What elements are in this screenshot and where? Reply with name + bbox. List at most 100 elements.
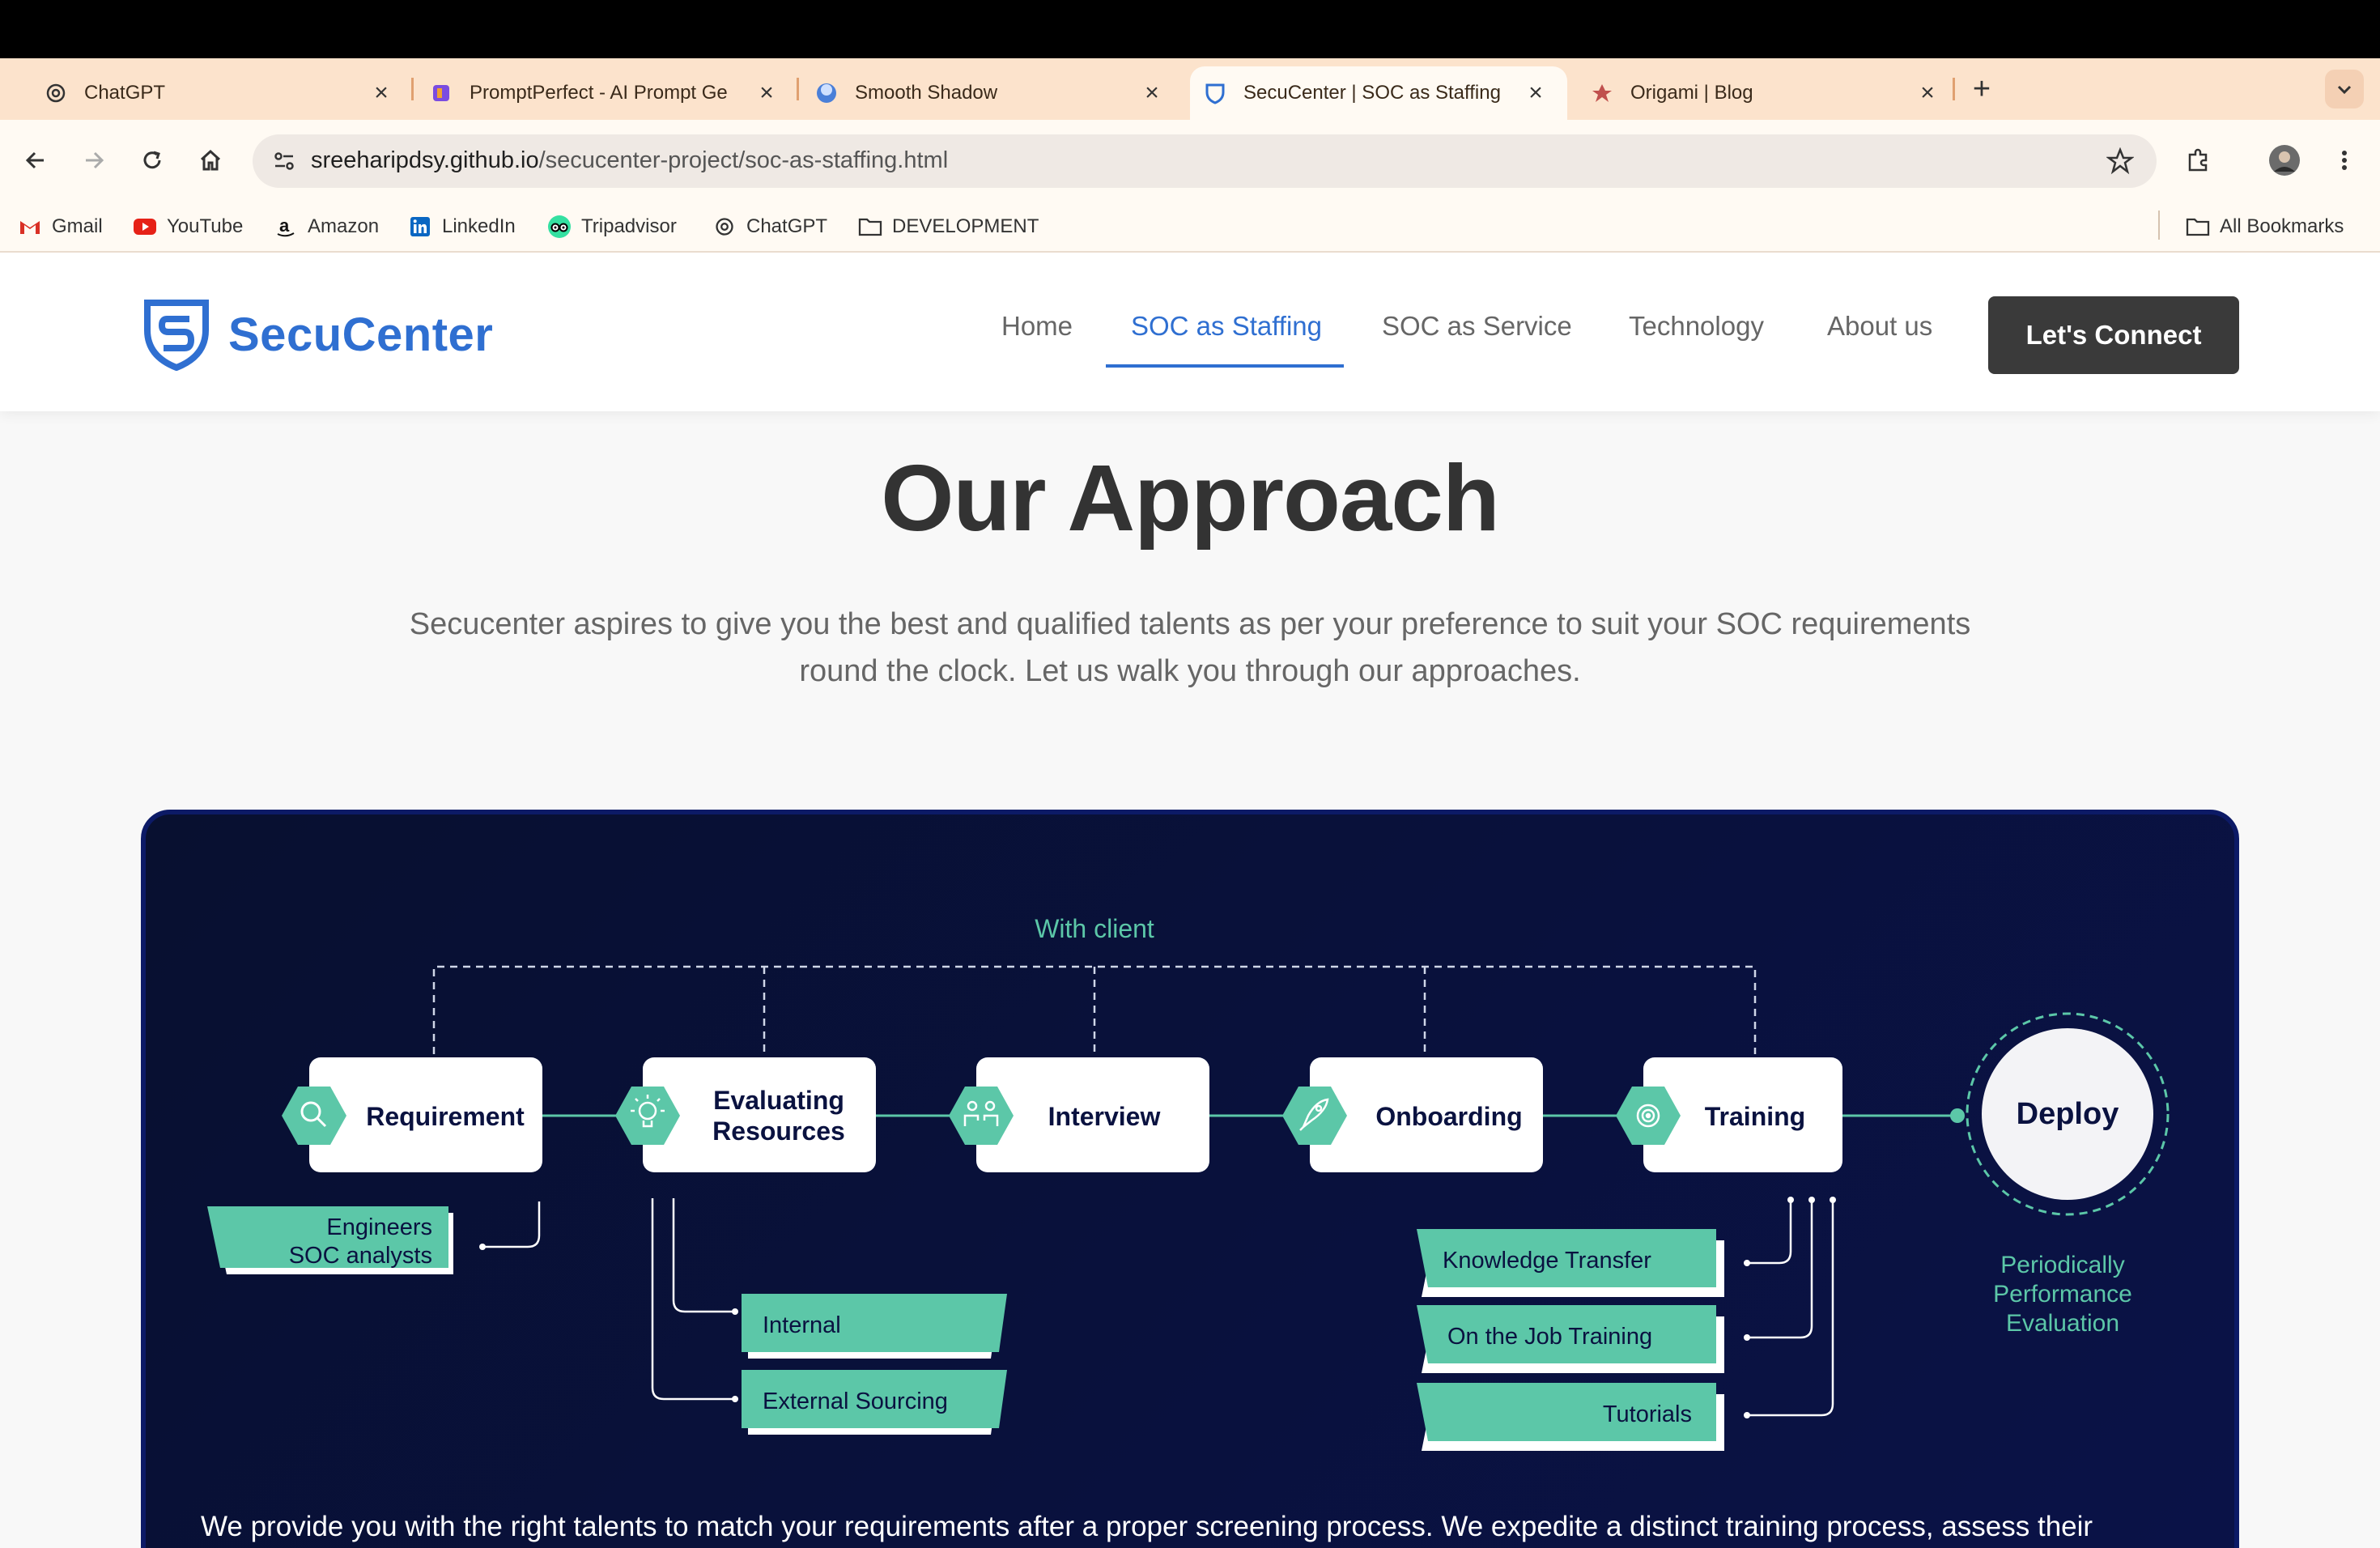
reload-icon (143, 151, 161, 169)
bookmark-label: LinkedIn (442, 215, 516, 237)
bookmarks-divider (2158, 211, 2160, 240)
close-icon[interactable]: × (1140, 81, 1164, 105)
step-interview: Interview (949, 1057, 1209, 1172)
gmail-icon (18, 215, 42, 239)
training-tags: Knowledge Transfer On the Job Training T… (1417, 1197, 1836, 1451)
bookmark-label: Amazon (308, 215, 380, 237)
youtube-icon (133, 215, 157, 239)
all-bookmarks-button[interactable]: All Bookmarks (2186, 211, 2344, 243)
tab-secucenter[interactable]: SecuCenter | SOC as Staffing × (1190, 66, 1567, 120)
url-text: sreeharipdsy.github.io/secucenter-projec… (311, 147, 948, 174)
puzzle-icon (2188, 148, 2208, 172)
tab-strip: ChatGPT × PromptPerfect - AI Prompt Ge ×… (0, 58, 2380, 120)
address-bar[interactable]: sreeharipdsy.github.io/secucenter-projec… (253, 134, 2157, 188)
approach-diagram: With client Requirement Evaluating Resou… (141, 810, 2239, 1548)
bookmark-gmail[interactable]: Gmail (18, 211, 103, 243)
tab-title: PromptPerfect - AI Prompt Ge (470, 82, 728, 104)
close-icon[interactable]: × (1915, 81, 1940, 105)
openai-icon (44, 81, 68, 105)
tag-label: On the Job Training (1447, 1324, 1652, 1350)
profile-avatar[interactable] (2267, 142, 2302, 178)
browser-menu-button[interactable] (2327, 142, 2362, 178)
url-host: sreeharipdsy.github.io (311, 147, 539, 173)
nav-about-us[interactable]: About us (1827, 311, 1932, 342)
brand-name: SecuCenter (228, 308, 494, 361)
tag-label: SOC analysts (289, 1243, 432, 1269)
forward-button[interactable] (76, 142, 112, 178)
tab-search-button[interactable] (2325, 70, 2364, 108)
nav-soc-as-staffing[interactable]: SOC as Staffing (1131, 311, 1322, 342)
chevron-down-icon (2337, 85, 2352, 95)
step-label: Onboarding (1375, 1102, 1522, 1131)
step-label: Interview (1048, 1102, 1161, 1131)
origami-icon (1590, 81, 1614, 105)
tab-promptperfect[interactable]: PromptPerfect - AI Prompt Ge × (385, 66, 798, 120)
step-requirement: Requirement (282, 1057, 542, 1172)
tag-label: External Sourcing (763, 1389, 948, 1414)
tab-smooth-shadow[interactable]: Smooth Shadow × (771, 66, 1184, 120)
tag-internal: Internal (742, 1294, 1007, 1359)
bookmark-label: ChatGPT (746, 215, 828, 237)
tab-chatgpt[interactable]: ChatGPT × (0, 66, 413, 120)
avatar-icon (2269, 145, 2300, 176)
svg-text:a: a (279, 215, 290, 236)
promptperfect-icon (429, 81, 453, 105)
bookmark-label: DEVELOPMENT (892, 215, 1039, 237)
lets-connect-button[interactable]: Let's Connect (1988, 296, 2239, 374)
arrow-left-icon (25, 151, 44, 169)
client-bracket (432, 965, 1757, 1054)
bookmark-youtube[interactable]: YouTube (133, 211, 243, 243)
new-tab-button[interactable]: + (1966, 73, 1998, 105)
site-header: SecuCenter Home SOC as Staffing SOC as S… (0, 253, 2380, 411)
site-logo[interactable]: SecuCenter (142, 298, 493, 371)
reload-button[interactable] (134, 142, 170, 178)
tab-title: Smooth Shadow (855, 82, 998, 104)
tab-separator (1953, 78, 1955, 100)
step-label: Training (1705, 1102, 1805, 1131)
step-evaluating-resources: Evaluating Resources (615, 1057, 876, 1172)
tag-engineers-soc-analysts: Engineers SOC analysts (207, 1201, 541, 1274)
tab-title: ChatGPT (84, 82, 166, 104)
bookmark-chatgpt[interactable]: ChatGPT (712, 211, 827, 243)
bookmark-label: Tripadvisor (581, 215, 677, 237)
step-deploy: Deploy Periodically Performance Evaluati… (1966, 1012, 2170, 1337)
back-button[interactable] (18, 142, 53, 178)
folder-icon (858, 215, 882, 239)
active-nav-underline (1106, 364, 1344, 368)
shield-logo-icon (144, 300, 209, 371)
section-description: Secucenter aspires to give you the best … (356, 601, 2024, 695)
tab-title: Origami | Blog (1630, 82, 1753, 104)
tab-origami[interactable]: Origami | Blog × (1546, 66, 1959, 120)
bookmark-amazon[interactable]: a Amazon (274, 211, 379, 243)
step-training: Training (1616, 1057, 1842, 1172)
tripadvisor-icon (547, 215, 572, 239)
os-menu-bar (0, 0, 2380, 58)
extensions-button[interactable] (2181, 142, 2216, 178)
deploy-note: Performance (1993, 1281, 2132, 1308)
site-info-icon[interactable] (269, 146, 300, 176)
browser-toolbar: sreeharipdsy.github.io/secucenter-projec… (0, 120, 2380, 201)
tag-knowledge-transfer: Knowledge Transfer (1417, 1229, 1724, 1297)
approach-footer-text: We provide you with the right talents to… (201, 1511, 2093, 1542)
nav-soc-as-service[interactable]: SOC as Service (1382, 311, 1572, 342)
bookmark-folder-development[interactable]: DEVELOPMENT (858, 211, 1039, 243)
kebab-menu-icon (2342, 151, 2347, 170)
tag-tutorials: Tutorials (1417, 1383, 1724, 1451)
arrow-right-icon (86, 151, 104, 169)
bookmark-label: YouTube (167, 215, 244, 237)
tag-label: Engineers (326, 1214, 432, 1240)
step-onboarding: Onboarding (1282, 1057, 1543, 1172)
nav-home[interactable]: Home (1001, 311, 1073, 342)
tag-label: Tutorials (1603, 1401, 1692, 1427)
bookmark-label: All Bookmarks (2220, 215, 2344, 237)
bookmark-linkedin[interactable]: LinkedIn (408, 211, 516, 243)
bookmark-tripadvisor[interactable]: Tripadvisor (547, 211, 677, 243)
tag-label: Knowledge Transfer (1443, 1248, 1651, 1274)
with-client-label: With client (1035, 914, 1154, 943)
close-icon[interactable]: × (1524, 81, 1548, 105)
bookmark-star-icon[interactable] (2105, 146, 2136, 176)
nav-technology[interactable]: Technology (1629, 311, 1764, 342)
section-title: Our Approach (881, 445, 1500, 551)
home-button[interactable] (193, 142, 228, 178)
step-label: Requirement (366, 1102, 525, 1131)
